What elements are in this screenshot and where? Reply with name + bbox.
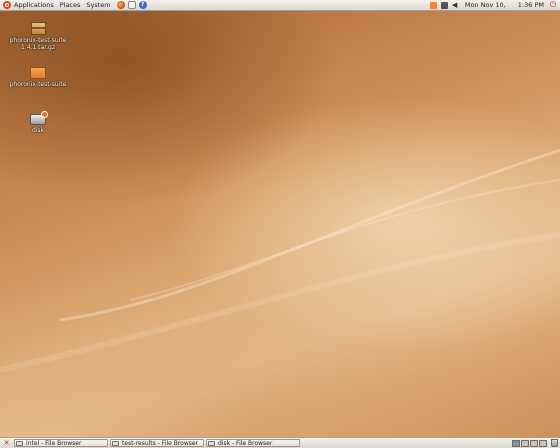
update-notifier-icon[interactable]: [429, 1, 437, 9]
desktop-icon-tarball[interactable]: phoronix-test-suite 1.4.1.tar.gz: [3, 22, 73, 51]
file-browser-icon: [16, 440, 23, 446]
clock[interactable]: Mon Nov 10, 1:36 PM: [465, 1, 549, 9]
workspace-4[interactable]: [539, 439, 547, 447]
system-tray: ◀ Mon Nov 10, 1:36 PM ⏻: [429, 1, 560, 9]
desktop-screen: Applications Places System ? ◀ Mon Nov 1…: [0, 0, 560, 448]
menu-system[interactable]: System: [83, 0, 113, 11]
network-icon[interactable]: [440, 1, 448, 9]
wallpaper-swoosh: [0, 148, 560, 373]
mail-icon[interactable]: [127, 1, 136, 9]
desktop-icon-label: disk: [31, 127, 45, 134]
taskbar-button-label: disk - File Browser: [218, 439, 273, 447]
bottom-panel: ✕ intel - File Browser test-results - Fi…: [0, 437, 560, 448]
desktop-icon-label: phoronix-test-suite 1.4.1.tar.gz: [9, 37, 67, 51]
clock-time: 1:36 PM: [517, 1, 544, 9]
desktop-icon-label: phoronix-test-suite: [9, 81, 67, 88]
desktop-icon-folder[interactable]: phoronix-test-suite: [3, 67, 73, 88]
folder-icon: [30, 67, 46, 79]
show-desktop-icon[interactable]: ✕: [2, 439, 11, 447]
workspace-3[interactable]: [530, 439, 538, 447]
ubuntu-logo-icon[interactable]: [3, 1, 11, 9]
workspace-1[interactable]: [512, 439, 520, 447]
taskbar-button-label: test-results - File Browser: [122, 439, 199, 447]
firefox-icon[interactable]: [116, 1, 125, 9]
desktop-icon-disk[interactable]: disk: [3, 111, 73, 134]
trash-icon[interactable]: [551, 439, 558, 447]
taskbar-button-disk[interactable]: disk - File Browser: [206, 439, 300, 447]
workspace-switcher: [511, 439, 558, 447]
top-panel: Applications Places System ? ◀ Mon Nov 1…: [0, 0, 560, 11]
taskbar-button-test-results[interactable]: test-results - File Browser: [110, 439, 204, 447]
menu-places[interactable]: Places: [57, 0, 84, 11]
taskbar-button-intel[interactable]: intel - File Browser: [14, 439, 108, 447]
package-icon: [30, 22, 46, 35]
taskbar-button-label: intel - File Browser: [26, 439, 82, 447]
help-icon[interactable]: ?: [138, 1, 147, 9]
menu-applications[interactable]: Applications: [11, 0, 57, 11]
volume-icon[interactable]: ◀: [452, 1, 461, 9]
workspace-2[interactable]: [521, 439, 529, 447]
clock-date: Mon Nov 10,: [464, 1, 506, 9]
power-icon[interactable]: ⏻: [549, 1, 557, 9]
disk-icon: [30, 111, 48, 125]
file-browser-icon: [112, 440, 119, 446]
file-browser-icon: [208, 440, 215, 446]
